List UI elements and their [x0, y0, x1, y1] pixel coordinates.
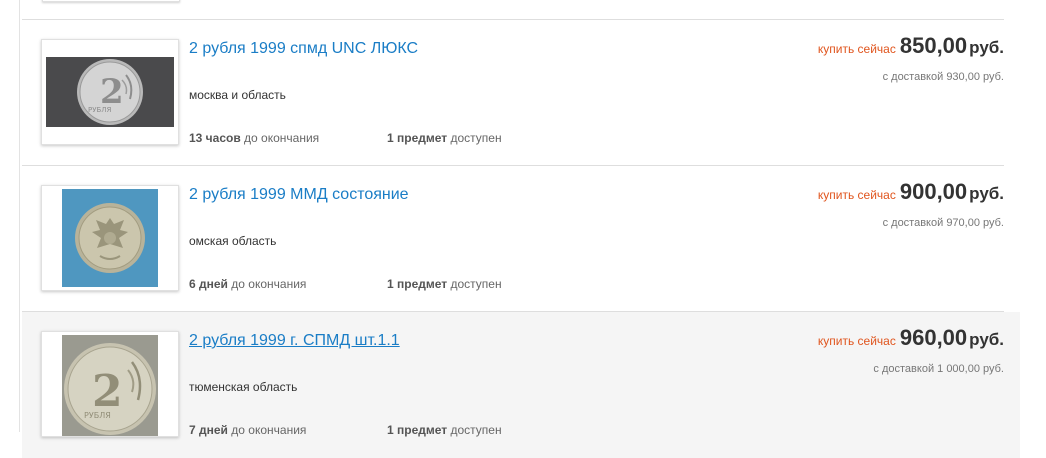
price-currency: руб. — [969, 330, 1004, 349]
listing-title-link[interactable]: 2 рубля 1999 спмд UNC ЛЮКС — [189, 40, 418, 58]
listing-location: тюменская область — [189, 380, 298, 394]
listing-thumbnail[interactable]: 2 РУБЛЯ — [41, 39, 179, 145]
price-currency: руб. — [969, 184, 1004, 203]
svg-text:РУБЛЯ: РУБЛЯ — [84, 411, 111, 420]
listing-thumbnail[interactable]: 2 РУБЛЯ — [41, 331, 179, 437]
buy-now-link[interactable]: купить сейчас — [818, 334, 896, 348]
svg-text:2: 2 — [92, 366, 123, 417]
coin-2-rubles-reverse-icon: 2 РУБЛЯ — [42, 332, 178, 436]
listing-item: 2 рубля 1999 ММД состояние омская област… — [22, 166, 1020, 312]
quantity-available: 1 предмет доступен — [387, 423, 502, 437]
listing-location: омская область — [189, 234, 277, 248]
listing-title-link[interactable]: 2 рубля 1999 ММД состояние — [189, 186, 409, 204]
listing-item: 2 РУБЛЯ 2 рубля 1999 г. СПМД шт.1.1 тюме… — [22, 312, 1020, 458]
quantity-available: 1 предмет доступен — [387, 277, 502, 291]
price-block: купить сейчас 850,00 руб. — [818, 33, 1004, 59]
previous-listing-thumbnail[interactable] — [42, 0, 180, 2]
price-value: 960,00 — [899, 325, 968, 350]
listing-thumbnail[interactable] — [41, 185, 179, 291]
quantity-available: 1 предмет доступен — [387, 131, 502, 145]
time-remaining: 6 дней до окончания — [189, 277, 307, 291]
coin-2-rubles-reverse-icon: 2 РУБЛЯ — [42, 40, 178, 144]
price-value: 850,00 — [899, 33, 968, 58]
shipping-price: с доставкой 970,00 руб. — [882, 217, 1004, 229]
left-border — [19, 0, 20, 432]
shipping-price: с доставкой 1 000,00 руб. — [873, 363, 1004, 375]
price-block: купить сейчас 960,00 руб. — [818, 325, 1004, 351]
listing-title-link[interactable]: 2 рубля 1999 г. СПМД шт.1.1 — [189, 332, 400, 350]
shipping-price: с доставкой 930,00 руб. — [882, 71, 1004, 83]
buy-now-link[interactable]: купить сейчас — [818, 188, 896, 202]
time-remaining: 13 часов до окончания — [189, 131, 320, 145]
buy-now-link[interactable]: купить сейчас — [818, 42, 896, 56]
listing-item: 2 РУБЛЯ 2 рубля 1999 спмд UNC ЛЮКС москв… — [22, 20, 1020, 166]
listing-location: москва и область — [189, 88, 286, 102]
time-remaining: 7 дней до окончания — [189, 423, 307, 437]
coin-eagle-obverse-icon — [42, 186, 178, 290]
price-value: 900,00 — [899, 179, 968, 204]
price-currency: руб. — [969, 38, 1004, 57]
price-block: купить сейчас 900,00 руб. — [818, 179, 1004, 205]
svg-text:РУБЛЯ: РУБЛЯ — [88, 106, 112, 114]
